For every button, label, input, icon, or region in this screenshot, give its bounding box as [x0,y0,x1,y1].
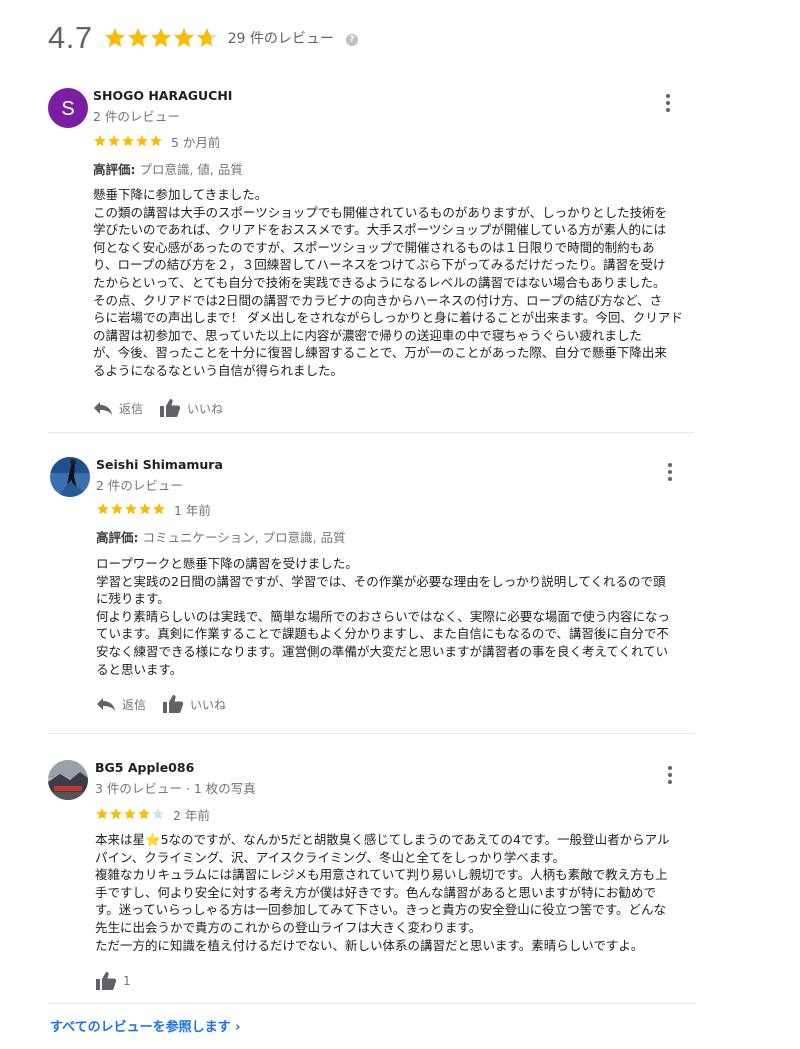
reviewer-meta: 3 件のレビュー · 1 枚の写真 [95,781,256,796]
star-icon [127,28,148,47]
star-icon [96,808,108,820]
like-count: 1 [123,974,131,988]
reply-icon [97,698,115,711]
star-icon [124,808,136,820]
avatar[interactable] [48,760,88,800]
like-button[interactable]: いいね [159,398,223,418]
star-icon [173,28,194,47]
review-date: 1 年前 [174,502,211,518]
review-count[interactable]: 29 件のレビュー [228,28,334,48]
review-text: 懸垂下降に参加してきました。 この類の講習は大手のスポーツショップでも開催されて… [93,187,683,378]
thumbs-up-icon [160,399,181,417]
thumbs-up-icon [96,972,117,990]
highlights-values: プロ意識, 値, 品質 [139,162,243,177]
star-icon [152,808,164,820]
star-icon [108,135,120,147]
reviewer-meta: 2 件のレビュー [93,109,180,124]
star-icon [138,808,150,820]
review-stars [93,134,163,148]
star-icon [104,28,125,47]
rating-stars [103,26,218,50]
star-icon [136,135,148,147]
average-rating: 4.7 [48,20,93,55]
review-rating: 1 年前 [96,501,211,518]
star-icon [139,503,151,515]
thumbs-up-icon [163,695,184,713]
review-date: 2 年前 [173,807,210,823]
help-icon[interactable]: ? [345,33,358,46]
more-options-icon[interactable] [668,766,672,787]
highlights: 高評価: コミュニケーション, プロ意識, 品質 [96,527,346,546]
highlights: 高評価: プロ意識, 値, 品質 [93,159,243,178]
review-card: Seishi Shimamura 2 件のレビュー 1 年前 高評価: コミュニ… [48,455,698,725]
review-actions: 1 [95,971,147,991]
avatar[interactable]: S [48,88,88,128]
review-card: BG5 Apple086 3 件のレビュー · 1 枚の写真 2 年前 本来は星… [48,758,698,998]
review-rating: 5 か月前 [93,133,221,150]
avatar[interactable] [50,457,90,497]
highlights-label: 高評価: [96,530,139,545]
star-icon [122,135,134,147]
star-icon [97,503,109,515]
like-label: いいね [187,401,224,416]
highlights-values: コミュニケーション, プロ意識, 品質 [142,530,346,545]
like-label: いいね [190,697,227,712]
star-icon [153,503,165,515]
star-icon [196,28,217,47]
review-actions: 返信 いいね [93,398,239,418]
more-options-icon[interactable] [666,94,670,115]
rating-summary: 4.7 29 件のレビュー ? [48,18,358,58]
star-icon [150,28,171,47]
reply-button[interactable]: 返信 [96,696,146,713]
star-icon [125,503,137,515]
see-all-reviews-link[interactable]: すべてのレビューを参照します › [50,1016,240,1035]
divider [48,1003,694,1004]
reply-icon [94,402,112,415]
star-icon [111,503,123,515]
reply-label: 返信 [122,697,147,712]
reviewer-name[interactable]: SHOGO HARAGUCHI [93,88,232,103]
reply-label: 返信 [119,401,144,416]
star-icon [94,135,106,147]
more-options-icon[interactable] [668,463,672,484]
star-icon [150,135,162,147]
divider [48,733,694,734]
like-button[interactable]: 1 [95,971,131,991]
reviewer-name[interactable]: BG5 Apple086 [95,760,194,775]
review-stars [95,807,165,821]
review-actions: 返信 いいね [96,694,242,714]
reviewer-meta: 2 件のレビュー [96,478,183,493]
reviewer-name[interactable]: Seishi Shimamura [96,457,223,472]
like-button[interactable]: いいね [162,694,226,714]
divider [48,432,694,433]
review-date: 5 か月前 [171,134,221,150]
reply-button[interactable]: 返信 [93,400,143,417]
avatar-letter: S [61,98,74,120]
star-icon [110,808,122,820]
review-text: 本来は星⭐5なのですが、なんか5だと胡散臭く感じてしまうのであえての4です。一般… [95,832,670,953]
review-rating: 2 年前 [95,806,210,823]
highlights-label: 高評価: [93,162,136,177]
review-card: S SHOGO HARAGUCHI 2 件のレビュー 5 か月前 高評価: プロ… [48,86,698,426]
review-text: ロープワークと懸垂下降の講習を受けました。 学習と実践の2日間の講習ですが、学習… [96,556,670,677]
review-stars [96,502,166,516]
